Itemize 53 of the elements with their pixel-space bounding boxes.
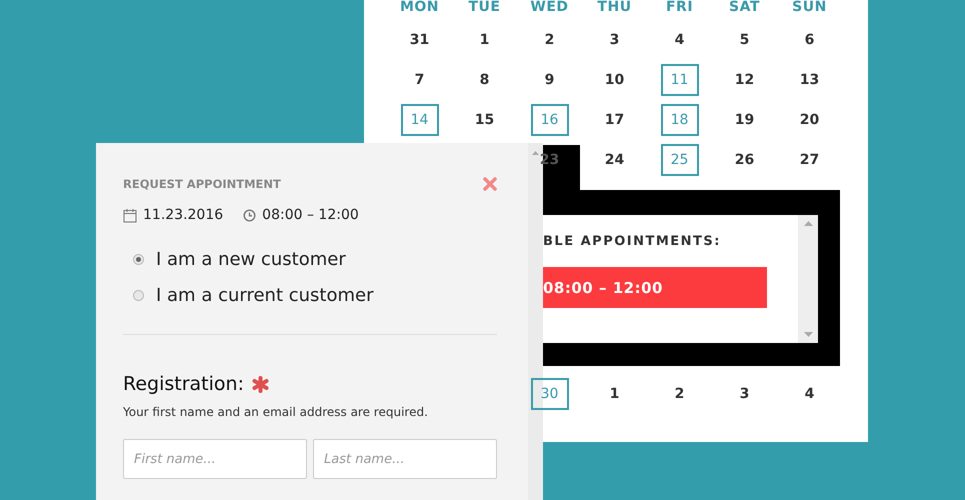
calendar-day[interactable]: 15 xyxy=(466,104,504,136)
weekday-label: THU xyxy=(596,0,633,17)
radio-option[interactable]: I am a new customer xyxy=(133,249,497,270)
radio-button[interactable] xyxy=(133,254,144,265)
calendar-day[interactable]: 2 xyxy=(660,378,698,410)
calendar-day[interactable]: 3 xyxy=(726,378,764,410)
calendar-day[interactable]: 9 xyxy=(530,64,568,96)
input-field[interactable]: First name... xyxy=(123,439,307,479)
weekday-label: SUN xyxy=(791,0,828,17)
asterisk-icon xyxy=(252,376,269,392)
calendar-day[interactable]: 13 xyxy=(790,64,828,96)
weekday-label: WED xyxy=(529,0,570,17)
calendar-day[interactable]: 20 xyxy=(790,104,828,136)
close-button[interactable] xyxy=(483,177,497,191)
weekday-label: SAT xyxy=(728,0,761,17)
calendar-day[interactable]: 26 xyxy=(726,144,764,176)
radio-option[interactable]: I am a current customer xyxy=(133,285,497,306)
radio-button[interactable] xyxy=(133,290,144,301)
time-slot-button[interactable]: 08:00 – 12:00 xyxy=(543,267,767,308)
scroll-up-icon xyxy=(532,151,539,155)
calendar-day[interactable]: 3 xyxy=(596,24,634,56)
weekday-label: TUE xyxy=(468,0,502,17)
dialog-title: REQUEST APPOINTMENT xyxy=(123,177,281,191)
calendar-day[interactable]: 24 xyxy=(596,144,634,176)
clock-icon xyxy=(243,208,256,222)
calendar-day[interactable]: 17 xyxy=(596,104,634,136)
calendar-day[interactable]: 10 xyxy=(596,64,634,96)
scroll-down-icon xyxy=(804,332,812,337)
calendar-day[interactable]: 2 xyxy=(530,24,568,56)
calendar-day[interactable]: 4 xyxy=(790,378,828,410)
weekday-label: FRI xyxy=(664,0,694,17)
calendar-day[interactable]: 7 xyxy=(400,64,438,96)
scrollbar[interactable] xyxy=(798,215,818,343)
calendar-day[interactable]: 19 xyxy=(726,104,764,136)
weekday-label: MON xyxy=(398,0,440,17)
calendar-day[interactable]: 1 xyxy=(466,24,504,56)
calendar-day[interactable]: 5 xyxy=(726,24,764,56)
calendar-day[interactable]: 31 xyxy=(400,24,438,56)
calendar-icon xyxy=(123,208,137,222)
section-heading: Registration: xyxy=(123,373,244,395)
input-field[interactable]: Last name... xyxy=(313,439,497,479)
section-title: BLE APPOINTMENTS: xyxy=(543,234,722,249)
calendar-day[interactable]: 1 xyxy=(596,378,634,410)
appointment-date: 11.23.2016 xyxy=(143,207,224,223)
calendar-day[interactable]: 6 xyxy=(790,24,828,56)
calendar-day[interactable]: 4 xyxy=(660,24,698,56)
appointment-time: 08:00 – 12:00 xyxy=(262,207,359,223)
calendar-day[interactable]: 12 xyxy=(726,64,764,96)
calendar-day[interactable]: 8 xyxy=(466,64,504,96)
help-text: Your first name and an email address are required. xyxy=(123,405,429,419)
calendar-day[interactable]: 27 xyxy=(790,144,828,176)
scroll-up-icon xyxy=(804,221,812,226)
close-icon xyxy=(483,177,497,191)
